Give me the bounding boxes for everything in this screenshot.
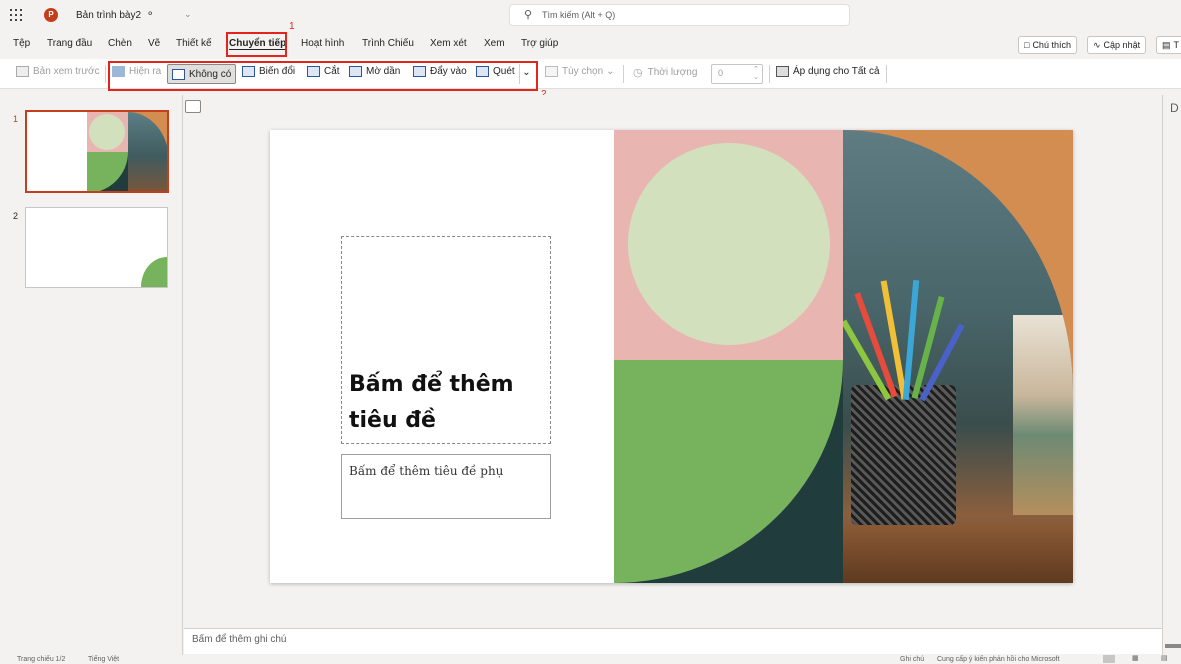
divider	[769, 65, 770, 83]
thumb-green-corner	[141, 257, 167, 287]
transitions-ribbon: Bản xem trước Hiện ra Không có Biến đổi …	[0, 59, 1181, 100]
apply-all-label: Áp dụng cho Tất cả	[793, 66, 880, 77]
options-label: Tùy chọn	[562, 66, 604, 77]
clock-icon: ◷	[633, 67, 643, 79]
thumbnail-number: 2	[13, 211, 19, 221]
sage-circle	[628, 143, 830, 345]
chevron-down-icon: ⌄	[606, 66, 615, 77]
language-indicator[interactable]: Tiếng Việt	[88, 656, 119, 664]
normal-view-icon[interactable]	[1103, 655, 1115, 663]
tab-view[interactable]: Xem	[484, 38, 505, 49]
current-slide[interactable]: Bấm để thêm tiêu đề Bấm để thêm tiêu đề …	[270, 130, 1073, 583]
annotation-number-1: 1	[289, 21, 295, 32]
saved-status-icon[interactable]: ⚬	[146, 9, 154, 20]
tab-draw[interactable]: Vẽ	[148, 38, 160, 49]
duration-label-group: ◷ Thời lượng	[633, 66, 697, 79]
right-pane-divider	[1162, 95, 1163, 655]
tab-home[interactable]: Trang đầu	[47, 38, 92, 49]
search-box[interactable]: ⚲ Tìm kiếm (Alt + Q)	[509, 4, 850, 26]
apply-to-all-button[interactable]: Áp dụng cho Tất cả	[776, 66, 880, 77]
slide-thumbnail-2[interactable]	[25, 207, 168, 288]
search-input[interactable]: Tìm kiếm (Alt + Q)	[542, 10, 615, 20]
present-icon: ▤	[1162, 39, 1171, 50]
tab-slideshow[interactable]: Trình Chiếu	[362, 38, 414, 49]
search-icon: ⚲	[524, 9, 533, 21]
tab-help[interactable]: Trợ giúp	[521, 38, 558, 49]
preview-button[interactable]: Bản xem trước	[16, 66, 100, 77]
divider	[105, 65, 106, 83]
tab-review[interactable]: Xem xét	[430, 38, 467, 49]
notes-pane[interactable]: Bấm để thêm ghi chú	[184, 628, 1162, 654]
catchup-icon: ∿	[1093, 39, 1101, 50]
options-icon	[545, 66, 558, 77]
thumb-circle	[89, 114, 125, 150]
apply-all-icon	[776, 66, 789, 77]
slide-thumbnail-1[interactable]	[25, 110, 169, 193]
app-launcher-icon[interactable]	[10, 9, 22, 21]
zoom-scrollbar[interactable]	[1165, 644, 1181, 648]
present-button[interactable]: ▤ T	[1156, 36, 1181, 54]
divider	[886, 65, 887, 83]
menu-bar: Tệp Trang đầu Chèn Vẽ Thiết kế Chuyển ti…	[0, 21, 1181, 58]
tab-animations[interactable]: Hoạt hình	[301, 38, 344, 49]
thumbnail-number: 1	[13, 114, 19, 124]
comments-label: Chú thích	[1032, 40, 1071, 50]
book-stack	[1013, 315, 1073, 515]
preview-label: Bản xem trước	[33, 66, 100, 77]
notes-placeholder: Bấm để thêm ghi chú	[192, 634, 287, 645]
divider	[623, 65, 624, 83]
duration-value: 0	[718, 68, 724, 78]
present-label: T	[1173, 40, 1180, 50]
status-bar: Trang chiếu 1/2 Tiếng Việt Ghi chú Cung …	[0, 655, 1181, 664]
spinner-icon[interactable]: ⌃ ⌄	[753, 66, 759, 82]
right-pane-letter: D	[1170, 101, 1179, 115]
slide-counter: Trang chiếu 1/2	[17, 656, 66, 663]
subtitle-placeholder[interactable]: Bấm để thêm tiêu đề phụ	[341, 454, 551, 519]
pencil-cup	[851, 385, 956, 525]
show-thumbnails-icon[interactable]	[185, 100, 201, 113]
duration-label: Thời lượng	[647, 67, 698, 78]
effect-options-button[interactable]: Tùy chọn ⌄	[545, 66, 615, 77]
slide-subtitle: Bấm để thêm tiêu đề phụ	[349, 464, 504, 478]
slide-title: Bấm để thêm tiêu đề	[349, 372, 514, 433]
preview-icon	[16, 66, 29, 77]
reading-view-icon[interactable]: ▤	[1161, 655, 1168, 663]
feedback-link[interactable]: Cung cấp ý kiến phản hồi cho Microsoft	[937, 656, 1060, 664]
chevron-down-icon[interactable]: ⌄	[184, 9, 192, 20]
duration-input[interactable]: 0 ⌃ ⌄	[711, 64, 763, 84]
tab-file[interactable]: Tệp	[13, 38, 30, 49]
comments-button[interactable]: □ Chú thích	[1018, 36, 1077, 54]
thumbnail-pane: 1 2	[0, 95, 183, 655]
title-placeholder[interactable]: Bấm để thêm tiêu đề	[341, 236, 551, 444]
slide-sorter-icon[interactable]: ▦	[1132, 655, 1139, 663]
tab-insert[interactable]: Chèn	[108, 38, 132, 49]
notes-toggle[interactable]: Ghi chú	[900, 656, 924, 664]
tab-design[interactable]: Thiết kế	[176, 38, 212, 49]
highlight-box-2	[108, 61, 538, 91]
title-bar: P Bản trình bày2 ⚬ ⌄ ⚲ Tìm kiếm (Alt + Q…	[0, 0, 1181, 32]
catchup-button[interactable]: ∿ Cập nhật	[1087, 36, 1147, 54]
powerpoint-logo-icon: P	[44, 8, 58, 22]
highlight-box-1	[226, 32, 287, 57]
catchup-label: Cập nhật	[1103, 40, 1141, 50]
table-surface	[843, 525, 1073, 583]
document-title[interactable]: Bản trình bày2	[76, 10, 141, 21]
comment-icon: □	[1024, 40, 1030, 50]
